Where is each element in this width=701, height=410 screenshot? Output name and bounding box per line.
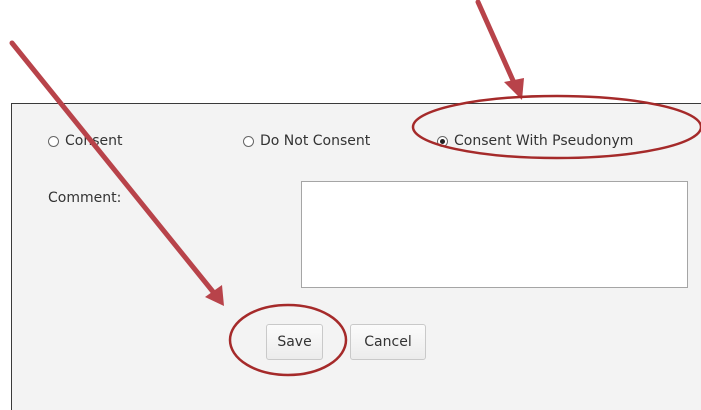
save-button[interactable]: Save <box>266 324 323 360</box>
radio-consent-label: Consent <box>65 133 123 149</box>
comment-label: Comment: <box>48 190 122 206</box>
radio-consent-with-pseudonym[interactable]: Consent With Pseudonym <box>437 133 633 149</box>
radio-do-not-consent-label: Do Not Consent <box>260 133 371 149</box>
radio-button-selected-icon[interactable] <box>437 135 448 147</box>
arrow-head-top <box>504 78 524 100</box>
cancel-button[interactable]: Cancel <box>350 324 426 360</box>
arrow-line-top <box>475 0 518 88</box>
radio-consent-with-pseudonym-label: Consent With Pseudonym <box>454 133 634 149</box>
radio-button-icon[interactable] <box>243 135 254 147</box>
radio-consent[interactable]: Consent <box>48 133 122 149</box>
comment-textarea[interactable] <box>301 181 688 288</box>
radio-do-not-consent[interactable]: Do Not Consent <box>243 133 370 149</box>
radio-button-icon[interactable] <box>48 135 59 147</box>
